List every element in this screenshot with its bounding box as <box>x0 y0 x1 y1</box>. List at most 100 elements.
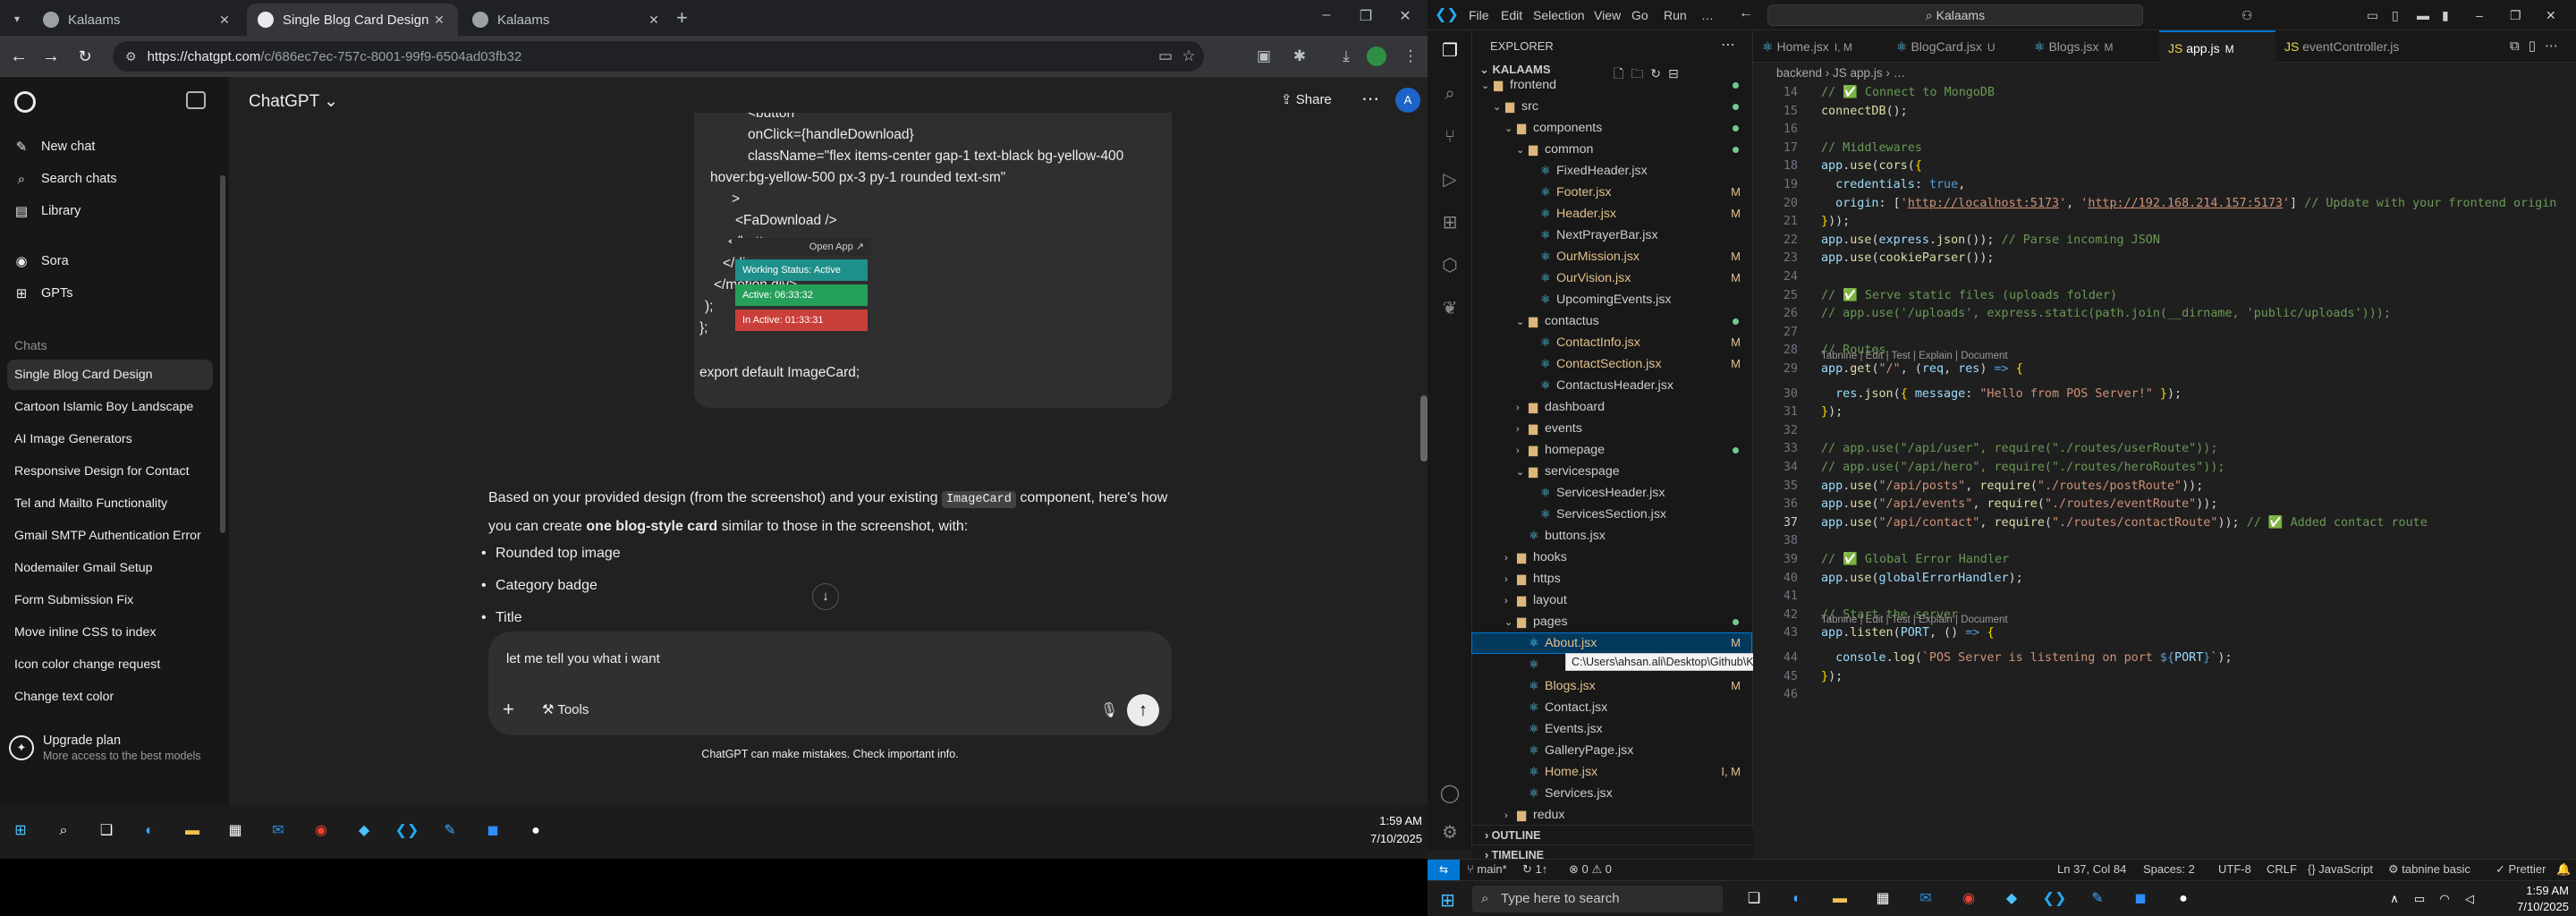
outline-section[interactable]: › OUTLINE <box>1472 825 1753 844</box>
edge-icon[interactable]: ◐ <box>1784 886 1810 912</box>
git-branch[interactable]: ⑂ main* <box>1467 860 1507 879</box>
code-line[interactable]: app.get("/", (req, res) => { <box>1821 362 2023 376</box>
tree-folder[interactable]: ⌄ ▆ common <box>1472 140 1751 159</box>
minimize-button[interactable]: – <box>2476 8 2483 22</box>
wifi-icon[interactable]: ◠ <box>2431 886 2458 912</box>
tree-folder[interactable]: ⌄ ▆ contactus <box>1472 311 1751 331</box>
code-lens[interactable]: Tabnine | Edit | Test | Explain | Docume… <box>1821 615 2008 625</box>
tree-folder[interactable]: › ▆ hooks <box>1472 547 1751 567</box>
code-line[interactable]: // ✅ Serve static files (uploads folder) <box>1821 289 2117 302</box>
maximize-button[interactable]: ❐ <box>1352 7 1379 25</box>
tree-folder[interactable]: › ▆ homepage <box>1472 440 1751 460</box>
manage-gear-icon[interactable]: ⚙ <box>1438 821 1462 844</box>
chrome-icon[interactable]: ◉ <box>1955 886 1982 912</box>
outlook-icon[interactable]: ✉ <box>265 818 292 844</box>
encoding[interactable]: UTF-8 <box>2218 860 2251 879</box>
code-lens[interactable]: Tabnine | Edit | Test | Explain | Docume… <box>1821 351 2008 361</box>
tree-folder[interactable]: › ▆ dashboard <box>1472 397 1751 417</box>
chat-history-item[interactable]: Gmail SMTP Authentication Error <box>7 521 213 551</box>
windows-start-icon[interactable]: ⊞ <box>7 818 34 844</box>
taskbar-clock[interactable]: 1:59 AM 7/10/2025 <box>2501 883 2569 915</box>
tree-file[interactable]: ⚛ OurVision.jsx M <box>1472 268 1751 288</box>
vscode-icon[interactable]: ❮❯ <box>2041 886 2068 912</box>
sidebar-item-library[interactable]: ▤ Library <box>13 197 216 225</box>
tree-file[interactable]: ⚛ Blogs.jsx M <box>1472 676 1751 696</box>
code-line[interactable]: app.use("/api/posts", require("./routes/… <box>1821 479 2203 493</box>
tab-eventcontroller-js[interactable]: JS eventController.js <box>2275 30 2426 63</box>
tree-file[interactable]: ⚛ Footer.jsx M <box>1472 182 1751 202</box>
chat-history-item[interactable]: Cartoon Islamic Boy Landscape <box>7 392 213 422</box>
chrome-icon[interactable]: ◉ <box>308 818 335 844</box>
code-line[interactable]: app.use("/api/contact", require("./route… <box>1821 516 2428 530</box>
code-line[interactable]: // ✅ Global Error Handler <box>1821 553 2009 566</box>
breadcrumb[interactable]: backend › JS app.js › … <box>1753 63 2576 84</box>
send-button[interactable]: ↑ <box>1127 694 1159 726</box>
volume-icon[interactable]: ◁ <box>2456 886 2483 912</box>
chat-history-item[interactable]: Form Submission Fix <box>7 585 213 615</box>
code-line[interactable]: // app.use('/uploads', express.static(pa… <box>1821 307 2391 320</box>
layout-icon[interactable]: ▭ <box>2367 8 2378 23</box>
sidebar-scrollbar[interactable] <box>220 175 225 533</box>
code-line[interactable]: app.use(cookieParser()); <box>1821 251 1995 265</box>
code-line[interactable]: app.use("/api/events", require("./routes… <box>1821 497 2217 511</box>
tree-folder[interactable]: › ▆ events <box>1472 419 1751 438</box>
code-line[interactable]: origin: ['http://localhost:5173', 'http:… <box>1821 197 2556 210</box>
taskbar-search-box[interactable]: ⌕ Type here to search <box>1472 886 1723 912</box>
extensions-icon[interactable]: ⊞ <box>1438 211 1462 234</box>
run-debug-icon[interactable]: ▷ <box>1438 168 1462 191</box>
sidebar-item-sora[interactable]: ◉ Sora <box>13 247 216 276</box>
file-explorer-icon[interactable]: ▬ <box>179 818 206 844</box>
zoom-icon[interactable]: ◼ <box>479 818 506 844</box>
line-ending[interactable]: CRLF <box>2267 860 2297 879</box>
tab-blogcard-jsx[interactable]: ⚛ BlogCard.jsx U <box>1887 30 2025 63</box>
more-options-icon[interactable]: ⋯ <box>1361 88 1379 110</box>
back-icon[interactable]: ← <box>7 45 30 68</box>
tree-file[interactable]: ⚛ buttons.jsx <box>1472 526 1751 546</box>
tree-folder[interactable]: ⌄ ▆ components <box>1472 118 1751 138</box>
code-line[interactable]: res.json({ message: "Hello from POS Serv… <box>1821 387 2182 401</box>
chat-scrollbar[interactable] <box>1420 395 1428 462</box>
code-line[interactable]: // app.use("/api/user", require("./route… <box>1821 442 2217 455</box>
code-line[interactable]: // ✅ Connect to MongoDB <box>1821 86 1995 99</box>
tree-file[interactable]: ⚛ Contact.jsx <box>1472 698 1751 717</box>
tab-home-jsx[interactable]: ⚛ Home.jsx I, M <box>1753 30 1887 63</box>
message-composer[interactable]: let me tell you what i want + ⚒ Tools 🎙 … <box>488 632 1172 735</box>
download-icon[interactable]: ⤓ <box>1336 47 1356 66</box>
tree-folder[interactable]: ⌄ ▆ src <box>1472 97 1751 116</box>
bookmark-star-icon[interactable]: ☆ <box>1179 47 1199 66</box>
outlook-icon[interactable]: ✉ <box>1912 886 1939 912</box>
close-window-button[interactable]: ✕ <box>1392 7 1419 25</box>
chat-history-item[interactable]: Move inline CSS to index <box>7 617 213 648</box>
code-line[interactable]: app.use(cors({ <box>1821 159 1922 173</box>
tree-file[interactable]: ⚛ Services.jsx <box>1472 784 1751 803</box>
install-app-icon[interactable]: ▭ <box>1156 47 1175 66</box>
zoom-icon[interactable]: ◼ <box>2127 886 2154 912</box>
tab-app-js[interactable]: JS app.js M <box>2159 30 2275 63</box>
site-info-icon[interactable]: ⚙ <box>125 49 137 64</box>
store-icon[interactable]: ▦ <box>222 818 249 844</box>
notifications-bell-icon[interactable]: 🔔 <box>2556 860 2571 879</box>
openai-logo-icon[interactable] <box>14 91 36 113</box>
tree-file[interactable]: ⚛ ContactSection.jsx M <box>1472 354 1751 374</box>
open-app-label[interactable]: Open App ↗ <box>732 238 871 256</box>
secondary-sidebar-icon[interactable]: ▮ <box>2442 8 2449 23</box>
user-avatar[interactable]: A <box>1395 88 1420 113</box>
sidebar-toggle-icon[interactable] <box>186 91 206 109</box>
code-line[interactable]: app.listen(PORT, () => { <box>1821 626 1995 640</box>
tree-folder[interactable]: › ▆ redux <box>1472 805 1751 825</box>
add-attachment-icon[interactable]: + <box>503 698 514 721</box>
chat-history-item[interactable]: Single Blog Card Design <box>7 360 213 390</box>
code-line[interactable]: // app.use("/api/hero", require("./route… <box>1821 461 2224 474</box>
chat-history-item[interactable]: Icon color change request <box>7 649 213 680</box>
taskbar-clock[interactable]: 1:59 AM 7/10/2025 <box>1360 812 1422 848</box>
browser-tab-active[interactable]: Single Blog Card Design ✕ <box>247 4 458 36</box>
sidebar-item-gpts[interactable]: ⊞ GPTs <box>13 279 216 308</box>
prettier-status[interactable]: ✓ Prettier <box>2496 860 2546 879</box>
tree-file[interactable]: ⚛ GalleryPage.jsx <box>1472 741 1751 760</box>
menu-file[interactable]: File <box>1469 8 1489 22</box>
copilot-icon[interactable]: ⚇ <box>2241 8 2253 23</box>
chat-history-item[interactable]: AI Image Generators <box>7 424 213 454</box>
store-icon[interactable]: ▦ <box>1869 886 1896 912</box>
menu-selection[interactable]: Selection <box>1533 8 1585 22</box>
extension-icon[interactable]: ▣ <box>1254 47 1274 66</box>
